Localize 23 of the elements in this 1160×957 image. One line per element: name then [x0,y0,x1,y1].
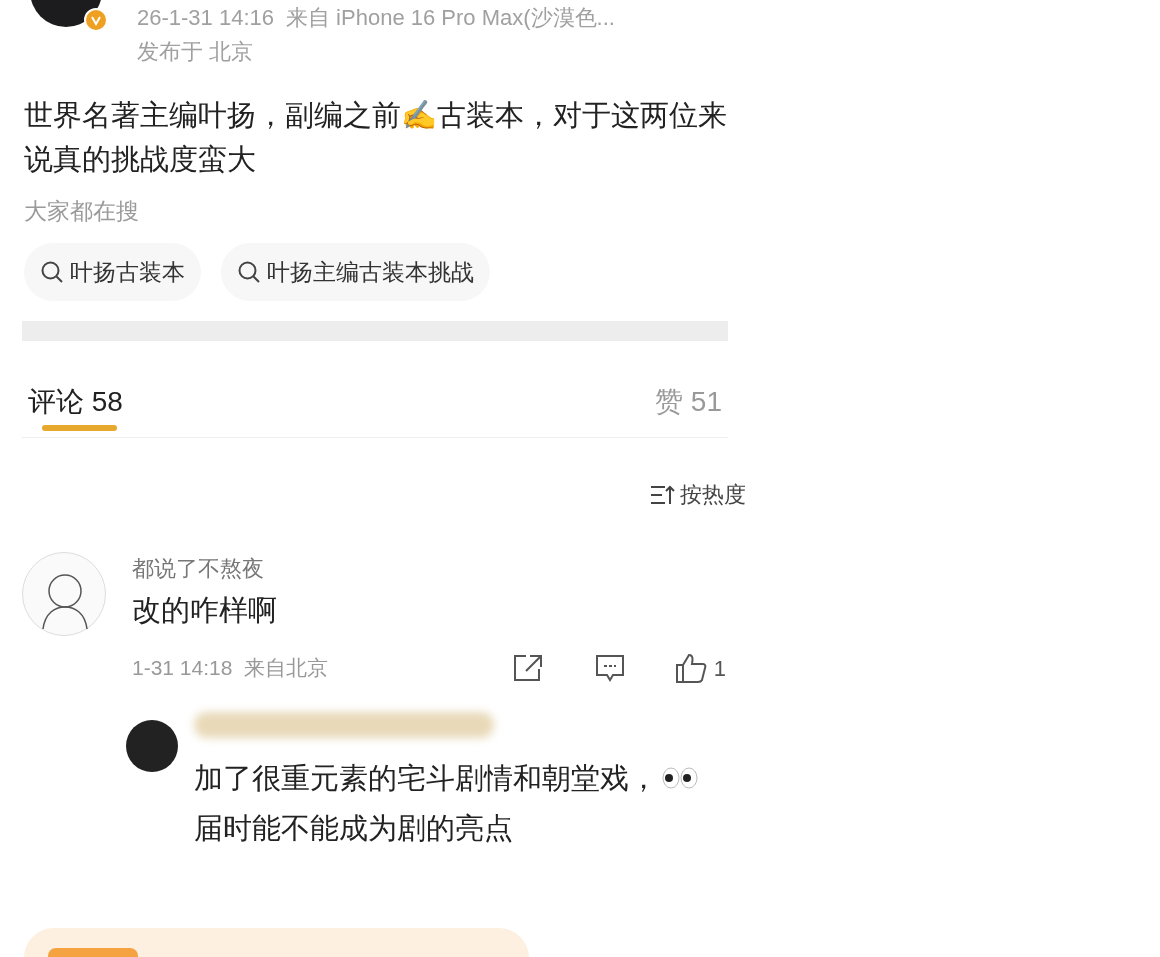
comment-time: 1-31 14:18 [132,655,233,682]
eyes-icon [662,767,698,789]
reply-avatar[interactable] [126,720,178,772]
post-source: 来自 iPhone 16 Pro Max(沙漠色... [286,4,615,32]
post-text: 世界名著主编叶扬，副编之前✍古装本，对于这两位来说真的挑战度蛮大 [23,98,728,177]
commenter-name[interactable]: 都说了不熬夜 [132,554,726,584]
share-icon[interactable] [511,653,544,683]
search-icon [40,260,64,284]
like-button[interactable]: 1 [673,651,726,685]
comment-text: 改的咋样啊 [132,593,278,628]
post-time: 26-1-31 14:16 [137,4,274,32]
reply-text: 届时能不能成为剧的亮点 [194,811,514,846]
sort-icon [650,484,676,506]
comment-location: 来自北京 [244,655,329,682]
search-icon [237,260,261,284]
section-title: 大家都在搜 [23,197,140,226]
search-suggestion[interactable]: 叶扬古装本 [24,243,201,301]
comment-icon[interactable] [593,653,626,683]
post-location: 发布于 北京 [137,38,255,66]
reply-text: 加了很重元素的宅斗剧情和朝堂戏， [194,761,658,796]
comments-tab[interactable]: 评论 58 [28,373,123,431]
sort-button[interactable]: 按热度 [650,480,746,510]
search-suggestion[interactable]: 叶扬主编古装本挑战 [221,243,490,301]
